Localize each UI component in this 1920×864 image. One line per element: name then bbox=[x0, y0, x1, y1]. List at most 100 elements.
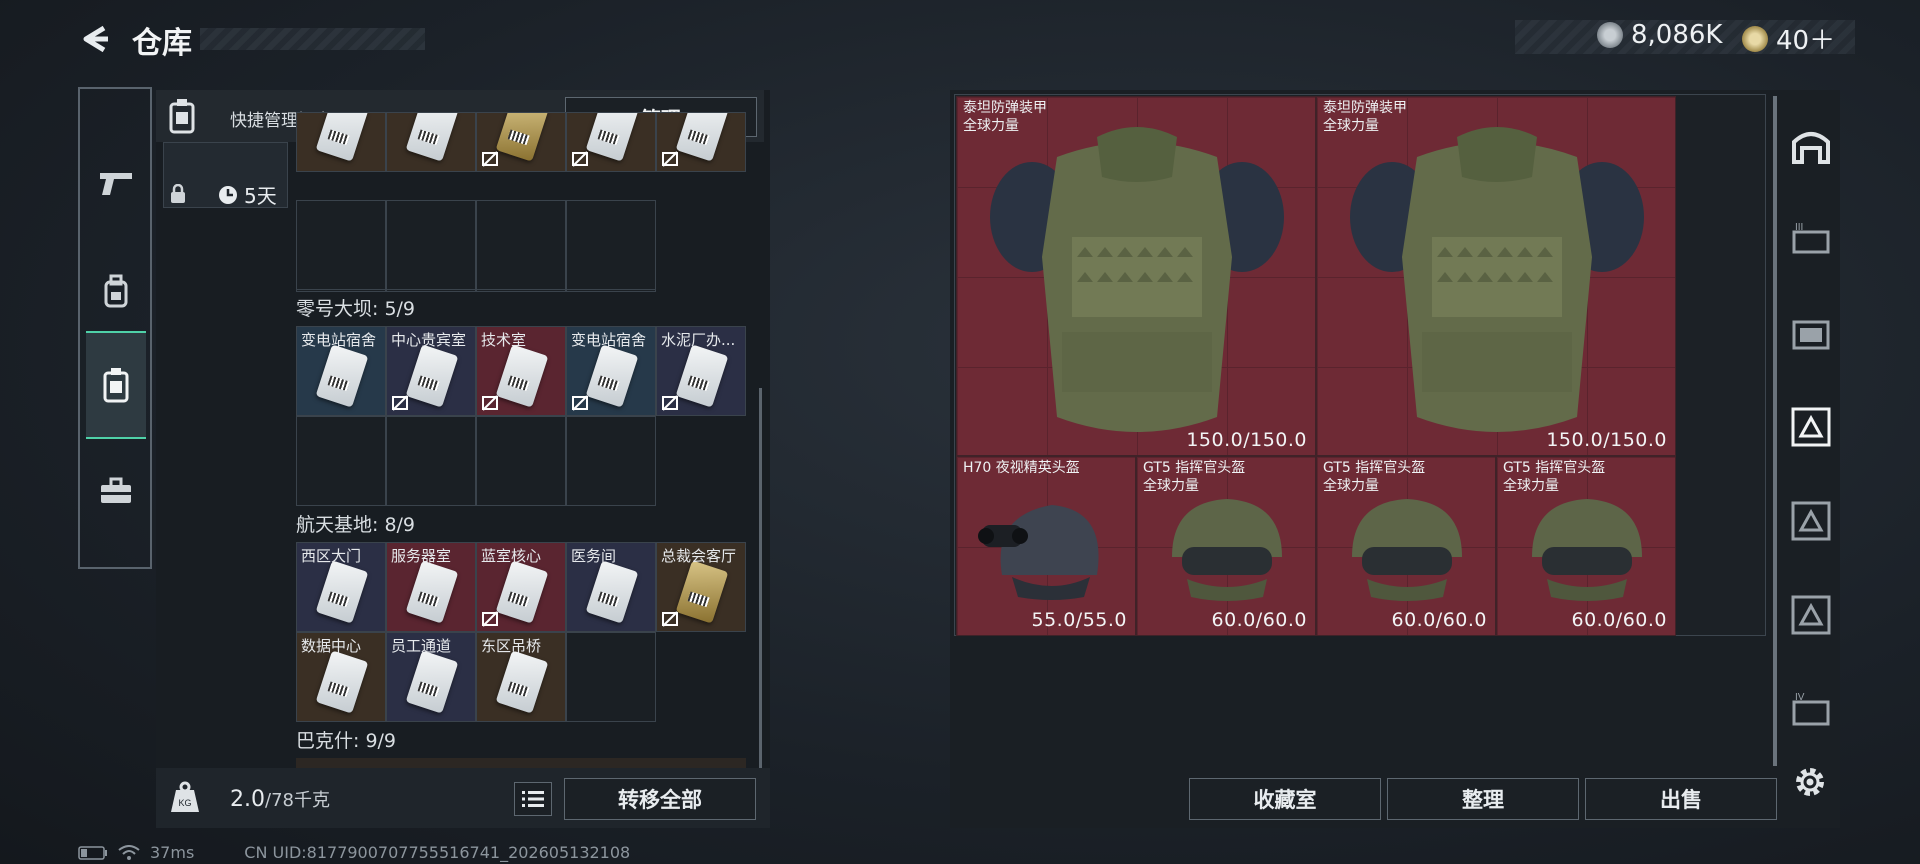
title-decoration bbox=[200, 28, 425, 50]
sell-button[interactable]: 出售 bbox=[1585, 778, 1777, 820]
no-access-icon bbox=[572, 151, 588, 167]
keycard-name: 变电站宿舍 bbox=[571, 331, 647, 349]
stash-scrollbar[interactable] bbox=[1773, 96, 1777, 766]
timer-label: 5天 bbox=[244, 184, 277, 208]
toolbox-icon bbox=[101, 477, 131, 503]
keycard-name: 中心贵宾室 bbox=[391, 331, 467, 349]
sort-button[interactable]: 整理 bbox=[1387, 778, 1579, 820]
no-access-icon bbox=[482, 395, 498, 411]
stash-page-1-icon[interactable]: III bbox=[1790, 218, 1832, 260]
armor-item[interactable]: 泰坦防弹装甲 全球力量 150.0/150.0 bbox=[1316, 96, 1676, 456]
stash-page-2-icon[interactable] bbox=[1790, 312, 1832, 354]
item-name: GT5 指挥官头盔 全球力量 bbox=[1323, 460, 1426, 494]
keycard-name: 东区吊桥 bbox=[481, 637, 542, 655]
item-durability: 150.0/150.0 bbox=[1186, 429, 1307, 451]
helmet-item[interactable]: GT5 指挥官头盔 全球力量 60.0/60.0 bbox=[1316, 456, 1496, 636]
item-durability: 55.0/55.0 bbox=[1031, 609, 1127, 631]
empty-slot[interactable] bbox=[296, 200, 386, 290]
gear-icon[interactable] bbox=[1792, 764, 1828, 800]
nav-keycards[interactable] bbox=[86, 331, 146, 439]
keycard-slot[interactable]: 东区吊桥 bbox=[476, 632, 566, 722]
keycard-slot[interactable]: 水泥厂办... bbox=[656, 326, 746, 416]
keycard-slot[interactable]: 变电站宿舍 bbox=[296, 326, 386, 416]
item-name: GT5 指挥官头盔 全球力量 bbox=[1503, 460, 1606, 494]
no-access-icon bbox=[572, 395, 588, 411]
gold-coin-icon bbox=[1742, 25, 1768, 52]
keycard-name: 技术室 bbox=[481, 331, 527, 349]
svg-text:IV: IV bbox=[1795, 692, 1805, 703]
keycard-name: 变电站宿舍 bbox=[301, 331, 377, 349]
currency-2[interactable]: 40＋ bbox=[1742, 20, 1835, 57]
keycard-name: 水泥厂办... bbox=[661, 331, 736, 349]
no-access-icon bbox=[662, 151, 678, 167]
collection-room-button[interactable]: 收藏室 bbox=[1189, 778, 1381, 820]
helmet-item[interactable]: GT5 指挥官头盔 全球力量 60.0/60.0 bbox=[1136, 456, 1316, 636]
container-tab-icon[interactable] bbox=[1790, 124, 1832, 166]
stash-page-3-icon-active[interactable] bbox=[1790, 406, 1832, 448]
currency-1-value: 8,086K bbox=[1631, 20, 1723, 50]
empty-slot[interactable] bbox=[386, 416, 476, 506]
keycard-slot[interactable]: 数据中心 bbox=[296, 632, 386, 722]
no-access-icon bbox=[392, 395, 408, 411]
keycard-slot[interactable]: 服务器室 bbox=[386, 542, 476, 632]
keycard-slot[interactable]: 技术室 bbox=[476, 326, 566, 416]
svg-text:III: III bbox=[1795, 222, 1803, 233]
keycard-name: 员工通道 bbox=[391, 637, 452, 655]
empty-slot[interactable] bbox=[566, 632, 656, 722]
helmet-item[interactable]: GT5 指挥官头盔 全球力量 60.0/60.0 bbox=[1496, 456, 1676, 636]
keycard-slot[interactable]: 蓝室核心 bbox=[476, 542, 566, 632]
currency-2-value: 40＋ bbox=[1776, 26, 1836, 56]
stash-page-5-icon[interactable] bbox=[1790, 594, 1832, 636]
empty-slot[interactable] bbox=[296, 416, 386, 506]
keycard-slot[interactable]: 医务间 bbox=[566, 542, 656, 632]
uid-text: CN UID:8177900707755516741_202605132108 bbox=[244, 843, 631, 862]
stash-page-4-icon[interactable] bbox=[1790, 500, 1832, 542]
keycard-slot[interactable]: 员工通道 bbox=[386, 632, 476, 722]
no-access-icon bbox=[482, 151, 498, 167]
armor-item[interactable]: 泰坦防弹装甲 全球力量 150.0/150.0 bbox=[956, 96, 1316, 456]
region-title: 巴克什: 9/9 bbox=[296, 730, 397, 752]
header: 仓库 8,086K 40＋ bbox=[0, 0, 1920, 80]
item-durability: 60.0/60.0 bbox=[1571, 609, 1667, 631]
item-durability: 150.0/150.0 bbox=[1546, 429, 1667, 451]
transfer-all-button[interactable]: 转移全部 bbox=[564, 778, 756, 820]
empty-slot[interactable] bbox=[566, 200, 656, 290]
keycard-row-partial bbox=[296, 758, 746, 768]
nav-toolbox[interactable] bbox=[86, 437, 146, 545]
keycard-holder-icon bbox=[103, 368, 129, 403]
nav-armor[interactable] bbox=[86, 237, 146, 345]
keycard-slot[interactable]: 变电站宿舍 bbox=[566, 326, 656, 416]
item-name: 泰坦防弹装甲 全球力量 bbox=[963, 100, 1047, 134]
helmet-item[interactable]: H70 夜视精英头盔 55.0/55.0 bbox=[956, 456, 1136, 636]
keycard-name: 西区大门 bbox=[301, 547, 362, 565]
keycard-name: 总裁会客厅 bbox=[661, 547, 737, 565]
keycard-slot[interactable]: 中心贵宾室 bbox=[386, 326, 476, 416]
nav-weapons[interactable] bbox=[86, 129, 146, 237]
empty-slot[interactable] bbox=[566, 416, 656, 506]
left-category-nav bbox=[78, 87, 152, 569]
keycard-name: 服务器室 bbox=[391, 547, 452, 565]
status-bar: 37ms CN UID:8177900707755516741_20260513… bbox=[78, 843, 630, 862]
back-arrow-icon[interactable] bbox=[78, 22, 112, 56]
list-view-button[interactable] bbox=[514, 782, 552, 816]
left-scrollbar[interactable] bbox=[759, 388, 762, 768]
keycard-slot[interactable]: 总裁会客厅 bbox=[656, 542, 746, 632]
stash-page-nav: III IV bbox=[1780, 90, 1840, 830]
pistol-icon bbox=[100, 173, 132, 195]
combat-helmet-icon bbox=[1172, 499, 1282, 601]
silver-coin-icon bbox=[1597, 22, 1623, 48]
item-name: GT5 指挥官头盔 全球力量 bbox=[1143, 460, 1246, 494]
weight-icon: KG bbox=[168, 780, 202, 814]
weight-max: /78千克 bbox=[265, 790, 330, 811]
item-durability: 60.0/60.0 bbox=[1211, 609, 1307, 631]
empty-slot[interactable] bbox=[386, 200, 476, 290]
body-armor-icon bbox=[990, 127, 1284, 432]
empty-slot[interactable] bbox=[476, 416, 566, 506]
ping-text: 37ms bbox=[150, 843, 195, 862]
item-durability: 60.0/60.0 bbox=[1391, 609, 1487, 631]
keycard-slot[interactable]: 西区大门 bbox=[296, 542, 386, 632]
no-access-icon bbox=[662, 395, 678, 411]
stash-page-6-icon[interactable]: IV bbox=[1790, 688, 1832, 730]
empty-slot[interactable] bbox=[476, 200, 566, 290]
region-title: 航天基地: 8/9 bbox=[296, 514, 416, 536]
